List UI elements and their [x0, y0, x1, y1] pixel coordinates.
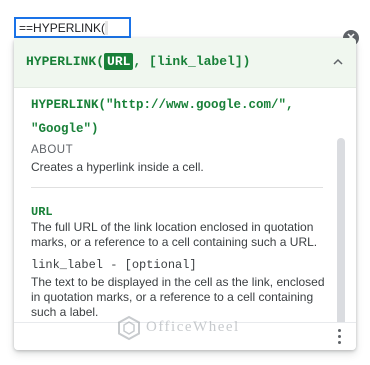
about-text: Creates a hyperlink inside a cell.	[31, 160, 204, 174]
function-signature: HYPERLINK(URL, [link_label])	[26, 53, 251, 70]
param-name-link-label: link_label - [optional]	[31, 258, 197, 272]
formula-prefix: =	[19, 21, 27, 35]
function-help-panel: HYPERLINK(URL, [link_label]) HYPERLINK("…	[14, 38, 356, 350]
help-footer	[14, 322, 356, 350]
param-desc-url: The full URL of the link location enclos…	[31, 220, 318, 249]
scrollbar[interactable]	[337, 138, 345, 326]
example-line: HYPERLINK("http://www.google.com/",	[31, 98, 294, 112]
active-parameter: URL	[104, 53, 134, 70]
divider	[31, 187, 323, 188]
example-line: "Google")	[31, 122, 99, 136]
help-body: HYPERLINK("http://www.google.com/", "Goo…	[14, 88, 356, 320]
function-name: HYPERLINK(	[26, 54, 105, 69]
example-formula: HYPERLINK("http://www.google.com/", "Goo…	[31, 93, 331, 141]
more-vert-icon[interactable]	[338, 329, 342, 345]
formula-text: =HYPERLINK(	[26, 21, 106, 35]
param-name-url: URL	[31, 205, 53, 219]
help-header[interactable]: HYPERLINK(URL, [link_label])	[14, 38, 356, 88]
chevron-up-icon[interactable]	[332, 56, 344, 68]
about-label: ABOUT	[31, 144, 74, 156]
signature-rest: , [link_label])	[133, 54, 251, 69]
formula-cell-input[interactable]: ==HYPERLINK(	[14, 17, 131, 38]
param-desc-link-label: The text to be displayed in the cell as …	[31, 275, 325, 319]
cursor-highlight	[105, 21, 109, 35]
